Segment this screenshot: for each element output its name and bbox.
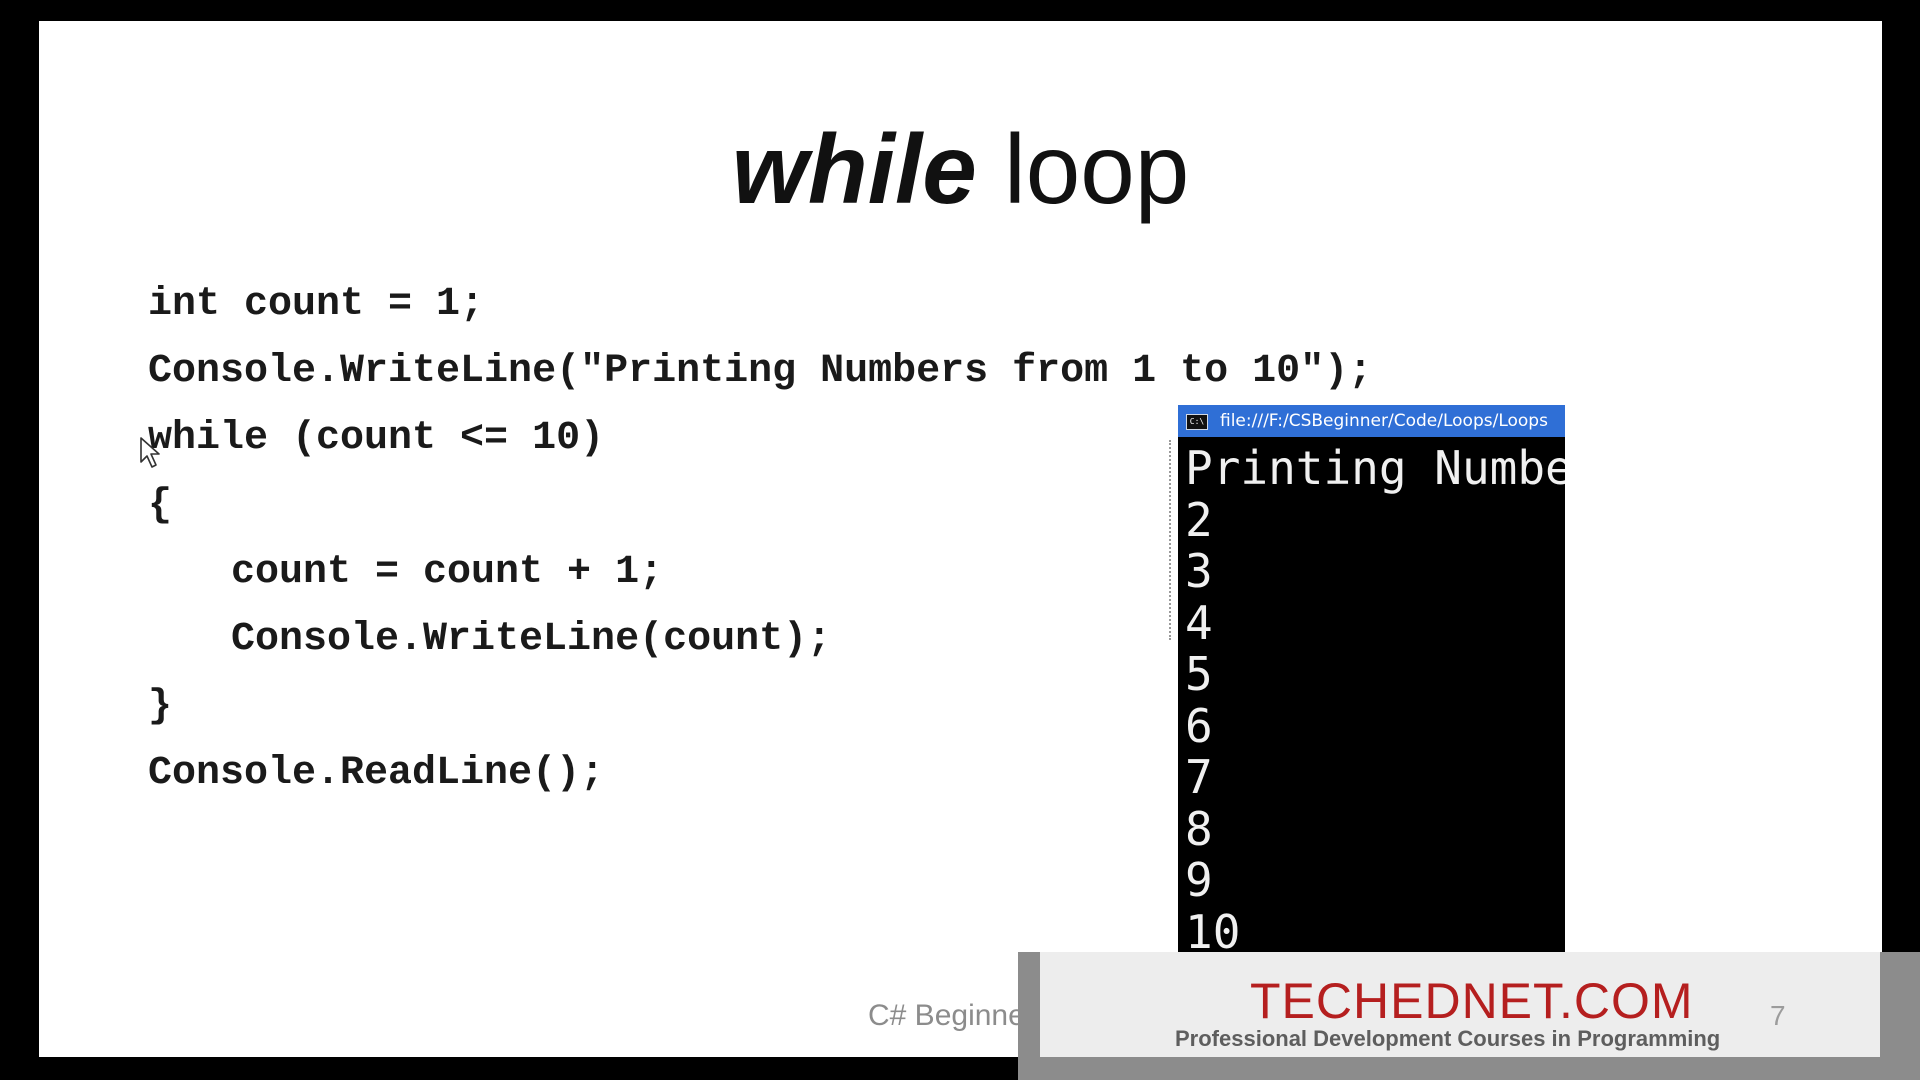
slide-number: 7 bbox=[1770, 1000, 1786, 1031]
presentation-slide: while loop int count = 1; Console.WriteL… bbox=[39, 21, 1882, 1057]
slide-title-keyword: while bbox=[731, 114, 977, 224]
console-line: 10 bbox=[1185, 904, 1241, 959]
console-titlebar[interactable]: C:\ file:///F:/CSBeginner/Code/Loops/Loo… bbox=[1178, 405, 1565, 437]
console-line: 7 bbox=[1185, 750, 1213, 804]
console-line: 2 bbox=[1185, 492, 1213, 547]
console-output: Printing Numbers from 1 to 10 2 3 4 5 6 … bbox=[1185, 441, 1565, 1010]
console-line: 4 bbox=[1185, 595, 1213, 650]
console-app-icon: C:\ bbox=[1186, 414, 1208, 430]
console-line: 3 bbox=[1185, 544, 1213, 598]
watermark-tagline: Professional Development Courses in Prog… bbox=[1175, 1026, 1721, 1051]
slide-title-rest: loop bbox=[1004, 114, 1190, 224]
code-line: int count = 1; bbox=[148, 282, 485, 327]
console-line: 9 bbox=[1185, 853, 1213, 907]
mouse-pointer-icon bbox=[140, 437, 160, 468]
console-line: 6 bbox=[1185, 698, 1213, 753]
code-line: Console.WriteLine("Printing Numbers from… bbox=[148, 349, 1373, 394]
console-window[interactable]: C:\ file:///F:/CSBeginner/Code/Loops/Loo… bbox=[1178, 405, 1565, 1010]
console-line: Printing Numbers from 1 to 10 bbox=[1185, 441, 1565, 495]
console-title-path: file:///F:/CSBeginner/Code/Loops/Loops bbox=[1220, 411, 1548, 431]
watermark-brand: TECHEDNET.COM bbox=[1250, 973, 1694, 1029]
console-line: 8 bbox=[1185, 801, 1213, 856]
slide-title: while loop bbox=[39, 113, 1882, 226]
window-edge-marks bbox=[1169, 440, 1176, 640]
console-line: 5 bbox=[1185, 647, 1213, 701]
